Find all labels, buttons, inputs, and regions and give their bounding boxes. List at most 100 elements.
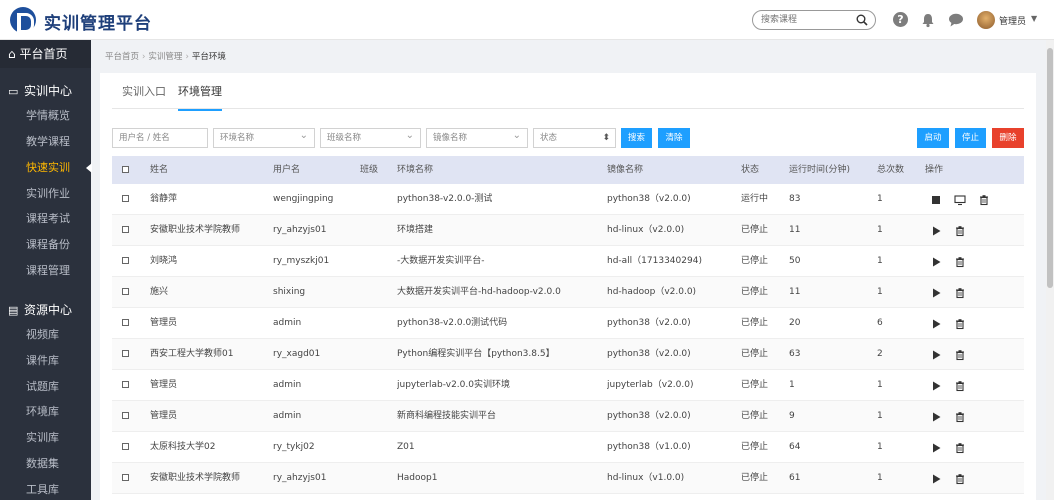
table-row[interactable]: 安徽职业技术学院教师 ry_ahzyjs01 Hadoop1 hd-linux（v1.… xyxy=(112,463,1024,494)
table-row[interactable]: 管理员 admin python38-v2.0.0测试代码 python38（v2.0… xyxy=(112,308,1024,339)
col-runtime[interactable]: 运行时间(分钟) xyxy=(789,156,850,184)
stop-icon[interactable] xyxy=(930,194,942,206)
page-scrollbar[interactable] xyxy=(1046,40,1054,500)
play-icon[interactable] xyxy=(930,256,942,268)
play-icon[interactable] xyxy=(930,287,942,299)
trash-icon[interactable] xyxy=(954,349,966,361)
logo-icon[interactable] xyxy=(10,7,36,33)
col-class[interactable]: 班级 xyxy=(360,156,378,184)
row-checkbox[interactable] xyxy=(122,288,129,295)
sidebar-item-backup[interactable]: 课程备份 xyxy=(0,232,91,258)
trash-icon[interactable] xyxy=(978,194,990,206)
row-checkbox[interactable] xyxy=(122,319,129,326)
sidebar-item-overview[interactable]: 学情概览 xyxy=(0,103,91,129)
col-status[interactable]: 状态 xyxy=(741,156,759,184)
row-checkbox[interactable] xyxy=(122,381,129,388)
row-checkbox[interactable] xyxy=(122,195,129,202)
trash-icon[interactable] xyxy=(954,287,966,299)
search-icon[interactable] xyxy=(856,14,868,26)
sidebar-item-tools[interactable]: 工具库 xyxy=(0,477,91,500)
tab-env-manage[interactable]: 环境管理 xyxy=(178,83,222,111)
play-icon[interactable] xyxy=(930,349,942,361)
play-icon[interactable] xyxy=(930,225,942,237)
play-icon[interactable] xyxy=(930,473,942,485)
play-icon[interactable] xyxy=(930,318,942,330)
user-filter-input[interactable]: 用户名 / 姓名 xyxy=(112,128,208,148)
sidebar-item-questions[interactable]: 试题库 xyxy=(0,374,91,400)
sidebar-item-exam[interactable]: 课程考试 xyxy=(0,206,91,232)
cell-name: 管理员 xyxy=(150,380,178,390)
trash-icon[interactable] xyxy=(954,256,966,268)
image-name-select[interactable]: 镜像名称 xyxy=(426,127,528,148)
table-row[interactable]: 西安工程大学教师01 ry_xagd01 Python编程实训平台【python3.… xyxy=(112,339,1024,370)
delete-button[interactable]: 删除 xyxy=(992,128,1024,148)
table-row[interactable]: 翁静萍 wengjingping python38-v2.0.0-测试 python3… xyxy=(112,184,1024,215)
play-icon[interactable] xyxy=(930,411,942,423)
sidebar-item-slides[interactable]: 课件库 xyxy=(0,348,91,374)
trash-icon[interactable] xyxy=(954,442,966,454)
table-row[interactable]: 太原科技大学02 ry_tykj02 Z01 python38（v1.0.0) 已停止 6… xyxy=(112,432,1024,463)
trash-icon[interactable] xyxy=(954,318,966,330)
breadcrumb-current: 平台环境 xyxy=(191,52,226,62)
breadcrumb-home[interactable]: 平台首页 xyxy=(105,52,139,62)
col-name[interactable]: 姓名 xyxy=(150,156,168,184)
row-checkbox[interactable] xyxy=(122,474,129,481)
trash-icon[interactable] xyxy=(954,225,966,237)
search-box[interactable] xyxy=(752,10,876,30)
sidebar-item-labs[interactable]: 实训库 xyxy=(0,425,91,451)
avatar[interactable] xyxy=(977,11,995,29)
trash-icon[interactable] xyxy=(954,473,966,485)
monitor-icon[interactable] xyxy=(954,194,966,206)
tab-training-entry[interactable]: 实训入口 xyxy=(122,83,166,109)
sidebar-section-training[interactable]: ▭ 实训中心 xyxy=(0,78,91,104)
user-name[interactable]: 管理员 xyxy=(999,14,1026,27)
row-actions xyxy=(930,463,966,494)
sidebar-item-environments[interactable]: 环境库 xyxy=(0,399,91,425)
help-icon[interactable]: ? xyxy=(893,12,908,27)
row-checkbox[interactable] xyxy=(122,443,129,450)
sidebar-item-datasets[interactable]: 数据集 xyxy=(0,451,91,477)
class-name-select[interactable]: 班级名称 xyxy=(320,127,421,148)
scrollbar-thumb[interactable] xyxy=(1047,48,1053,288)
cell-count: 1 xyxy=(877,442,883,452)
sidebar-item-course-manage[interactable]: 课程管理 xyxy=(0,258,91,284)
stop-button[interactable]: 停止 xyxy=(955,128,986,148)
chat-icon[interactable] xyxy=(948,12,964,28)
breadcrumb-training[interactable]: 实训管理 xyxy=(148,52,182,62)
sidebar-item-courses[interactable]: 教学课程 xyxy=(0,129,91,155)
sidebar-item-videos[interactable]: 视频库 xyxy=(0,322,91,348)
col-username[interactable]: 用户名 xyxy=(273,156,300,184)
search-button[interactable]: 搜索 xyxy=(621,128,652,148)
sidebar-section-resources[interactable]: ▤ 资源中心 xyxy=(0,297,91,323)
table-row[interactable]: 管理员 admin jupyterlab-v2.0.0实训环境 jupyterlab（… xyxy=(112,370,1024,401)
table-row[interactable]: 安徽职业技术学院教师 ry_ahzyjs01 环境搭建 hd-linux（v2.0.0… xyxy=(112,215,1024,246)
table-row[interactable]: 管理员 admin 新商科编程技能实训平台 python38（v2.0.0) 已停止 9 1 xyxy=(112,401,1024,432)
env-name-select[interactable]: 环境名称 xyxy=(213,127,315,148)
sidebar-item-homework[interactable]: 实训作业 xyxy=(0,181,91,207)
select-all-checkbox[interactable] xyxy=(122,166,129,173)
row-checkbox[interactable] xyxy=(122,226,129,233)
start-button[interactable]: 启动 xyxy=(917,128,949,148)
col-env[interactable]: 环境名称 xyxy=(397,156,433,184)
row-checkbox[interactable] xyxy=(122,412,129,419)
cell-username: ry_ahzyjs01 xyxy=(273,473,327,483)
play-icon[interactable] xyxy=(930,442,942,454)
app-title[interactable]: 实训管理平台 xyxy=(44,9,152,34)
table-row[interactable]: 刘晓鸿 ry_myszkj01 -大数据开发实训平台-hd-all（17133402… xyxy=(112,246,1024,277)
status-select[interactable]: 状态 xyxy=(533,128,616,148)
col-image[interactable]: 镜像名称 xyxy=(607,156,643,184)
col-count[interactable]: 总次数 xyxy=(877,156,904,184)
trash-icon[interactable] xyxy=(954,380,966,392)
bell-icon[interactable] xyxy=(920,12,936,28)
sidebar-item-quick-training[interactable]: 快速实训 xyxy=(0,155,92,181)
clear-button[interactable]: 清除 xyxy=(658,128,690,148)
row-checkbox[interactable] xyxy=(122,350,129,357)
trash-icon[interactable] xyxy=(954,411,966,423)
cell-name: 管理员 xyxy=(150,411,178,421)
search-input[interactable] xyxy=(761,13,853,27)
table-row[interactable]: 施兴 shixing 大数据开发实训平台-hd-hadoop-v2.0.0 hd-ha… xyxy=(112,277,1024,308)
sidebar-home[interactable]: ⌂ 平台首页 xyxy=(0,40,91,68)
play-icon[interactable] xyxy=(930,380,942,392)
chevron-down-icon[interactable]: ▼ xyxy=(1031,14,1037,23)
row-checkbox[interactable] xyxy=(122,257,129,264)
